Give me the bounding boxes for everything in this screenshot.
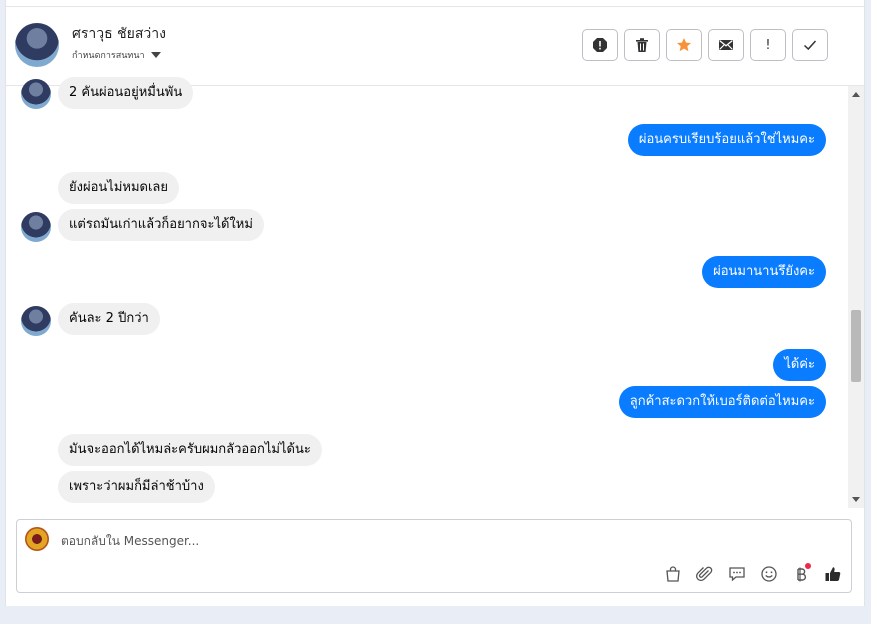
composer-tools (662, 563, 844, 585)
incoming-message: ยังผ่อนไม่หมดเลย (58, 172, 179, 204)
attach-button[interactable] (694, 563, 716, 585)
mark-unread-button[interactable] (708, 29, 744, 61)
sender-avatar (21, 79, 51, 109)
conversation-panel: ศราวุธ ชัยสว่าง กำหนดการสนทนา ! 2 คันผ่อ… (5, 0, 865, 606)
check-icon (803, 40, 817, 51)
outgoing-message: ลูกค้าสะดวกให้เบอร์ติดต่อไหมคะ (618, 386, 826, 418)
outgoing-message: ผ่อนครบเรียบร้อยแล้วใช่ไหมคะ (627, 124, 826, 156)
emoji-button[interactable] (758, 563, 780, 585)
scroll-thumb[interactable] (851, 310, 861, 382)
message-list[interactable]: 2 คันผ่อนอยู่หมื่นพัน ผ่อนครบเรียบร้อยแล… (6, 77, 847, 508)
star-icon (677, 38, 691, 52)
contact-avatar[interactable] (15, 23, 59, 67)
conversation-status-label: กำหนดการสนทนา (72, 51, 145, 61)
reply-composer (16, 519, 852, 593)
incoming-message: เพราะว่าผมก็มีล่าช้าบ้าง (58, 471, 215, 503)
follow-up-button[interactable]: ! (750, 29, 786, 61)
header-actions: ! (582, 29, 828, 61)
caret-down-icon (150, 52, 161, 58)
outgoing-message: ผ่อนมานานรึยังคะ (702, 256, 826, 288)
like-button[interactable] (822, 563, 844, 585)
delete-button[interactable] (624, 29, 660, 61)
smiley-icon (761, 566, 777, 582)
saved-replies-button[interactable] (726, 563, 748, 585)
page-avatar (25, 527, 49, 551)
contact-name[interactable]: ศราวุธ ชัยสว่าง (72, 23, 166, 45)
outgoing-message: ได้ค่ะ (773, 349, 826, 381)
mark-spam-button[interactable] (582, 29, 618, 61)
chat-bubble-icon (729, 567, 745, 582)
incoming-message: มันจะออกได้ไหมล่ะครับผมกลัวออกไม่ได้นะ (58, 434, 322, 466)
alert-icon (593, 38, 607, 52)
incoming-message: 2 คันผ่อนอยู่หมื่นพัน (58, 77, 194, 109)
mark-done-button[interactable] (792, 29, 828, 61)
thumbs-up-icon (825, 567, 841, 581)
exclamation-icon: ! (765, 37, 771, 53)
notification-dot (805, 563, 811, 569)
paperclip-icon (696, 566, 713, 582)
incoming-message: แต่รถมันเก่าแล้วก็อยากจะได้ใหม่ (58, 209, 264, 241)
sender-avatar (21, 212, 51, 242)
mail-icon (719, 40, 733, 50)
shopping-bag-icon (666, 566, 680, 582)
conversation-header: ศราวุธ ชัยสว่าง กำหนดการสนทนา ! (6, 7, 864, 86)
message-scrollbar[interactable] (848, 86, 864, 508)
trash-icon (636, 38, 648, 52)
sender-avatar (21, 306, 51, 336)
shop-button[interactable] (662, 563, 684, 585)
scroll-up-icon[interactable] (852, 92, 860, 97)
reply-input[interactable] (61, 534, 561, 548)
scroll-down-icon[interactable] (852, 497, 860, 502)
incoming-message: คันละ 2 ปีกว่า (58, 303, 160, 335)
payment-button[interactable] (790, 563, 812, 585)
star-button[interactable] (666, 29, 702, 61)
conversation-status-dropdown[interactable]: กำหนดการสนทนา (72, 48, 161, 62)
